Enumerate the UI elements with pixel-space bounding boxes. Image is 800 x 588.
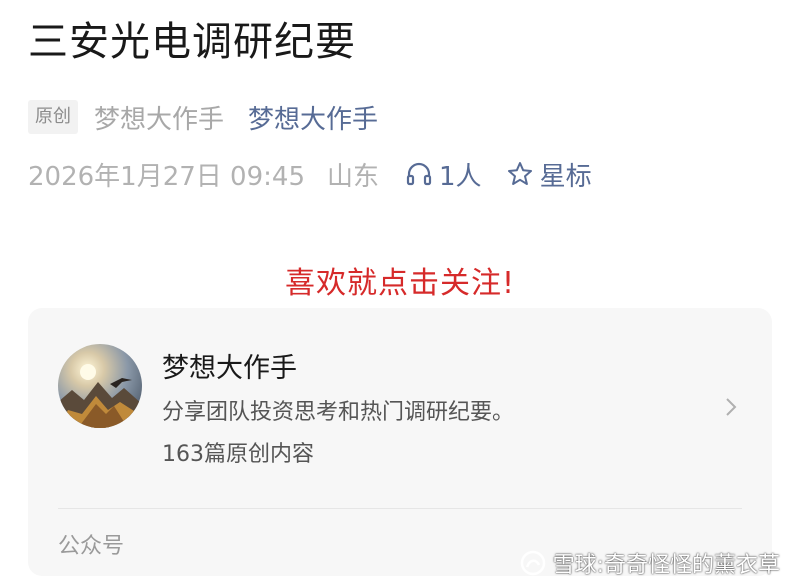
article-title: 三安光电调研纪要 xyxy=(28,19,356,65)
account-name: 梦想大作手 xyxy=(162,353,297,384)
star-button[interactable]: 星标 xyxy=(506,156,592,193)
listen-count: 1人 xyxy=(439,161,482,192)
headphones-icon xyxy=(406,162,432,186)
publish-date: 2026年1月27日 09:45 xyxy=(28,161,305,192)
xueqiu-logo-icon xyxy=(520,550,545,576)
account-link[interactable]: 梦想大作手 xyxy=(248,99,378,136)
chevron-right-icon[interactable] xyxy=(720,396,742,418)
watermark-text: 雪球:奇奇怪怪的薰衣草 xyxy=(552,553,780,578)
author-row: 原创 梦想大作手 梦想大作手 xyxy=(28,98,378,136)
star-label: 星标 xyxy=(539,161,592,192)
article-page: 三安光电调研纪要 原创 梦想大作手 梦想大作手 2026年1月27日 09:45… xyxy=(0,0,800,588)
account-description: 分享团队投资思考和热门调研纪要。 xyxy=(162,400,515,425)
author-name: 梦想大作手 xyxy=(94,104,225,135)
publish-location: 山东 xyxy=(327,161,380,192)
original-tag: 原创 xyxy=(28,100,78,134)
card-footer-label: 公众号 xyxy=(58,534,125,559)
listen-button[interactable]: 1人 xyxy=(405,156,482,193)
follow-prompt: 喜欢就点击关注! xyxy=(284,266,516,301)
account-card[interactable]: 梦想大作手 分享团队投资思考和热门调研纪要。 163篇原创内容 公众号 xyxy=(28,308,772,576)
card-divider xyxy=(58,508,742,509)
publish-info-row: 2026年1月27日 09:45 山东 1人 星标 xyxy=(28,152,592,196)
star-outline-icon xyxy=(507,162,532,185)
avatar xyxy=(58,344,142,428)
watermark: 雪球:奇奇怪怪的薰衣草 xyxy=(519,546,780,580)
article-count: 163篇原创内容 xyxy=(162,442,314,467)
